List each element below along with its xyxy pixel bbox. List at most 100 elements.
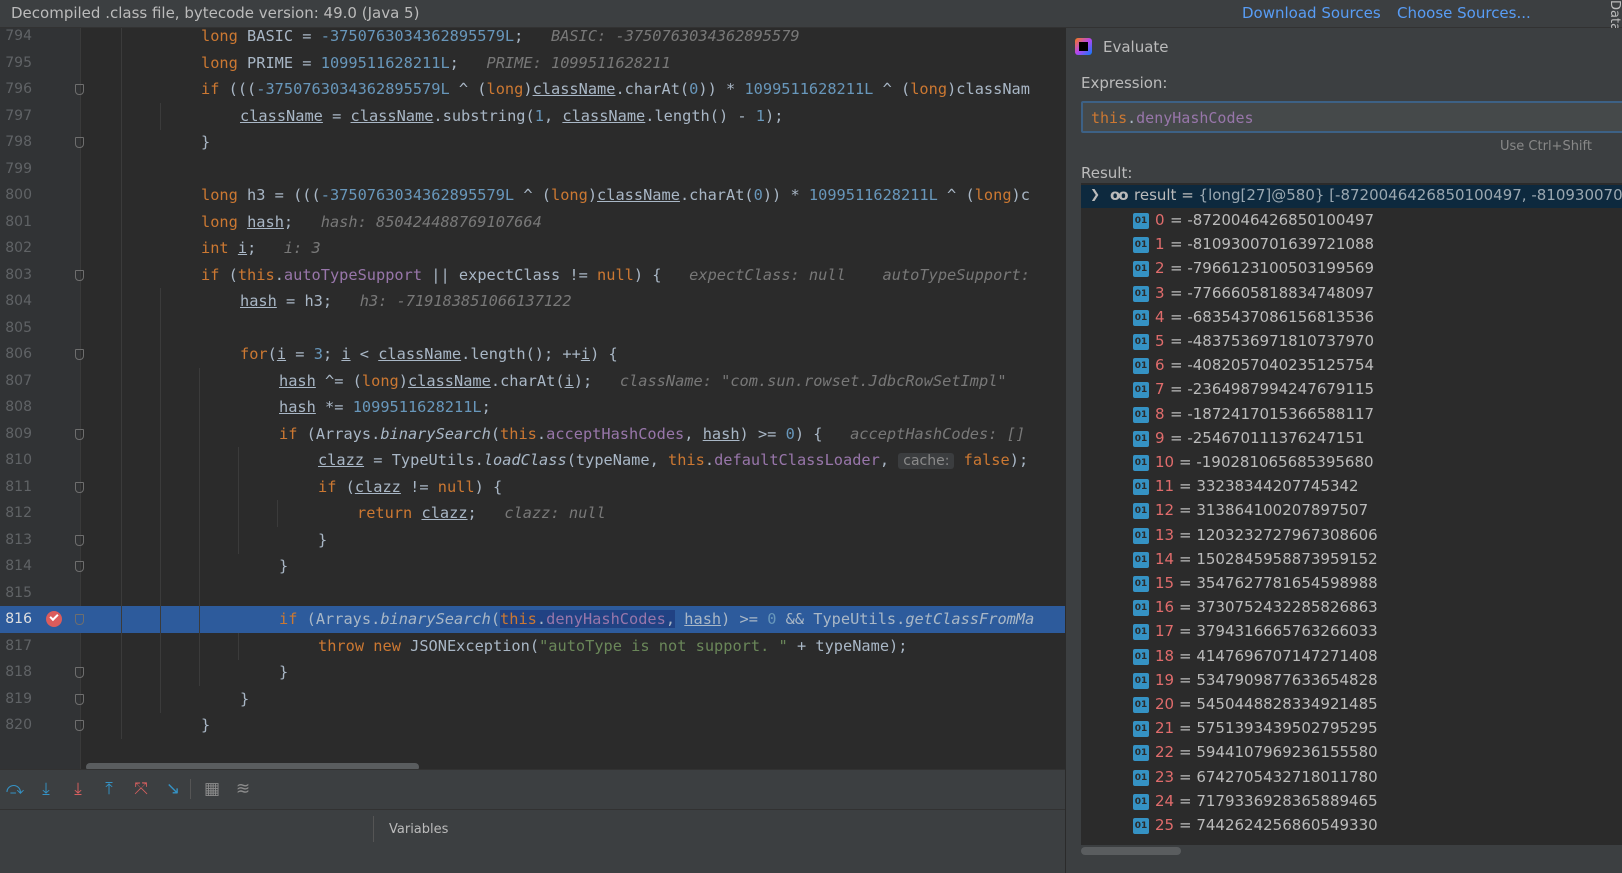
line-number[interactable]: 807	[0, 373, 32, 389]
result-array-item[interactable]: 01 10 = -190281065685395680	[1081, 452, 1622, 476]
code-line[interactable]: 817 throw new JSONException("autoType is …	[0, 632, 1100, 660]
code-line[interactable]: 818}	[0, 659, 1100, 686]
line-number[interactable]: 797	[0, 108, 32, 124]
code-line[interactable]: 796 if (((-3750763034362895579L ^ (long)c…	[0, 76, 1100, 103]
chevron-down-icon[interactable]: ❯	[1090, 187, 1100, 201]
force-step-into-icon[interactable]: ⤓	[67, 778, 89, 800]
line-number[interactable]: 796	[0, 81, 32, 97]
step-into-icon[interactable]: ⤓	[35, 778, 57, 800]
code-line[interactable]: 820}	[0, 712, 1100, 739]
code-line[interactable]: 798}	[0, 129, 1100, 156]
code-line[interactable]: 795 long PRIME = 1099511628211L; PRIME: 1…	[0, 49, 1100, 77]
line-number[interactable]: 794	[0, 28, 32, 44]
line-number[interactable]: 820	[0, 717, 32, 733]
line-number[interactable]: 818	[0, 664, 32, 680]
code-line[interactable]: 814}	[0, 553, 1100, 580]
line-number[interactable]: 798	[0, 134, 32, 150]
result-array-item[interactable]: 01 20 = 5450448828334921485	[1081, 694, 1622, 718]
line-number[interactable]: 819	[0, 691, 32, 707]
result-horizontal-scrollbar[interactable]	[1081, 847, 1181, 855]
evaluate-expression-icon[interactable]: ▦	[201, 778, 223, 800]
code-line[interactable]: 811 if (clazz != null) {	[0, 473, 1100, 501]
result-array-item[interactable]: 01 5 = -4837536971810737970	[1081, 331, 1622, 355]
result-array-item[interactable]: 01 21 = 5751393439502795295	[1081, 718, 1622, 742]
fold-marker-icon[interactable]	[75, 614, 84, 625]
line-number[interactable]: 814	[0, 558, 32, 574]
code-line[interactable]: 800 long h3 = (((-3750763034362895579L ^ …	[0, 182, 1100, 209]
result-array-item[interactable]: 01 3 = -7766605818834748097	[1081, 283, 1622, 307]
code-line[interactable]: 816 if (Arrays.binarySearch(this.denyHash…	[0, 606, 1100, 633]
code-line[interactable]: 815	[0, 579, 1100, 607]
result-array-item[interactable]: 01 19 = 5347909877633654828	[1081, 670, 1622, 694]
fold-marker-icon[interactable]	[75, 349, 84, 360]
result-array-item[interactable]: 01 0 = -8720046426850100497	[1081, 210, 1622, 234]
fold-marker-icon[interactable]	[75, 137, 84, 148]
result-array-item[interactable]: 01 8 = -1872417015366588117	[1081, 404, 1622, 428]
trace-icon[interactable]: ≋	[232, 778, 254, 800]
code-line[interactable]: 794 long BASIC = -3750763034362895579L; B…	[0, 28, 1100, 50]
result-array-item[interactable]: 01 1 = -8109300701639721088	[1081, 234, 1622, 258]
result-array-item[interactable]: 01 15 = 3547627781654598988	[1081, 573, 1622, 597]
result-array-item[interactable]: 01 14 = 1502845958873959152	[1081, 549, 1622, 573]
code-line[interactable]: 819}	[0, 685, 1100, 713]
code-line[interactable]: 812 return clazz; clazz: null	[0, 500, 1100, 527]
fold-marker-icon[interactable]	[75, 428, 84, 440]
line-number[interactable]: 808	[0, 399, 32, 415]
fold-marker-icon[interactable]	[75, 720, 84, 731]
code-line[interactable]: 808 hash *= 1099511628211L;	[0, 394, 1100, 421]
line-number[interactable]: 812	[0, 505, 32, 521]
fold-marker-icon[interactable]	[75, 693, 84, 705]
code-line[interactable]: 805	[0, 314, 1100, 342]
result-array-item[interactable]: 01 4 = -6835437086156813536	[1081, 307, 1622, 331]
expression-input[interactable]: this.denyHashCodes	[1081, 101, 1622, 133]
result-array-item[interactable]: 01 2 = -7966123100503199569	[1081, 258, 1622, 282]
tab-variables[interactable]: Variables	[389, 822, 448, 837]
result-array-item[interactable]: 01 17 = 3794316665763266033	[1081, 621, 1622, 645]
result-root-row[interactable]: ❯ oo result = {long[27]@580} [-872004642…	[1081, 185, 1622, 208]
code-line[interactable]: 797 className = className.substring(1, cl…	[0, 102, 1100, 130]
code-line[interactable]: 802 int i; i: 3	[0, 235, 1100, 262]
step-out-icon[interactable]: ⤒	[98, 778, 120, 800]
line-number[interactable]: 810	[0, 452, 32, 468]
code-line[interactable]: 807 hash ^= (long)className.charAt(i); cl…	[0, 367, 1100, 395]
line-number[interactable]: 801	[0, 214, 32, 230]
result-array-item[interactable]: 01 12 = 313864100207897507	[1081, 500, 1622, 524]
line-number[interactable]: 799	[0, 161, 32, 177]
result-array-item[interactable]: 01 13 = 1203232727967308606	[1081, 525, 1622, 549]
result-array-item[interactable]: 01 11 = 33238344207745342	[1081, 476, 1622, 500]
fold-marker-icon[interactable]	[75, 667, 84, 678]
line-number[interactable]: 809	[0, 426, 32, 442]
line-number[interactable]: 804	[0, 293, 32, 309]
fold-marker-icon[interactable]	[75, 481, 84, 493]
line-number[interactable]: 817	[0, 638, 32, 654]
choose-sources-link[interactable]: Choose Sources...	[1397, 4, 1531, 22]
result-array-item[interactable]: 01 24 = 7179336928365889465	[1081, 791, 1622, 815]
breakpoint-icon[interactable]	[46, 611, 62, 627]
result-tree[interactable]: ❯ oo result = {long[27]@580} [-872004642…	[1081, 183, 1622, 845]
line-number[interactable]: 815	[0, 585, 32, 601]
code-line[interactable]: 804 hash = h3; h3: -719183851066137122	[0, 288, 1100, 315]
fold-marker-icon[interactable]	[75, 561, 84, 572]
line-number[interactable]: 806	[0, 346, 32, 362]
code-line[interactable]: 803 if (this.autoTypeSupport || expectCla…	[0, 261, 1100, 289]
line-number[interactable]: 805	[0, 320, 32, 336]
code-line[interactable]: 806 for(i = 3; i < className.length(); ++…	[0, 341, 1100, 368]
line-number[interactable]: 811	[0, 479, 32, 495]
fold-marker-icon[interactable]	[75, 534, 84, 546]
database-side-tab[interactable]: Datal	[1600, 0, 1622, 28]
line-number[interactable]: 813	[0, 532, 32, 548]
run-to-cursor-icon[interactable]: ↘	[162, 778, 184, 800]
download-sources-link[interactable]: Download Sources	[1242, 4, 1381, 22]
code-line[interactable]: 809 if (Arrays.binarySearch(this.acceptHa…	[0, 420, 1100, 448]
result-array-item[interactable]: 01 25 = 7442624256860549330	[1081, 815, 1622, 839]
code-line[interactable]: 810 clazz = TypeUtils.loadClass(typeName,…	[0, 447, 1100, 474]
code-line[interactable]: 799	[0, 155, 1100, 183]
result-array-item[interactable]: 01 9 = -254670111376247151	[1081, 428, 1622, 452]
result-array-item[interactable]: 01 6 = -4082057040235125754	[1081, 355, 1622, 379]
line-number[interactable]: 803	[0, 267, 32, 283]
result-array-item[interactable]: 01 22 = 5944107969236155580	[1081, 742, 1622, 766]
code-editor[interactable]: 794 long BASIC = -3750763034362895579L; B…	[0, 28, 1100, 769]
fold-marker-icon[interactable]	[75, 84, 84, 95]
code-line[interactable]: 801 long hash; hash: 850424488769107664	[0, 208, 1100, 236]
line-number[interactable]: 795	[0, 55, 32, 71]
